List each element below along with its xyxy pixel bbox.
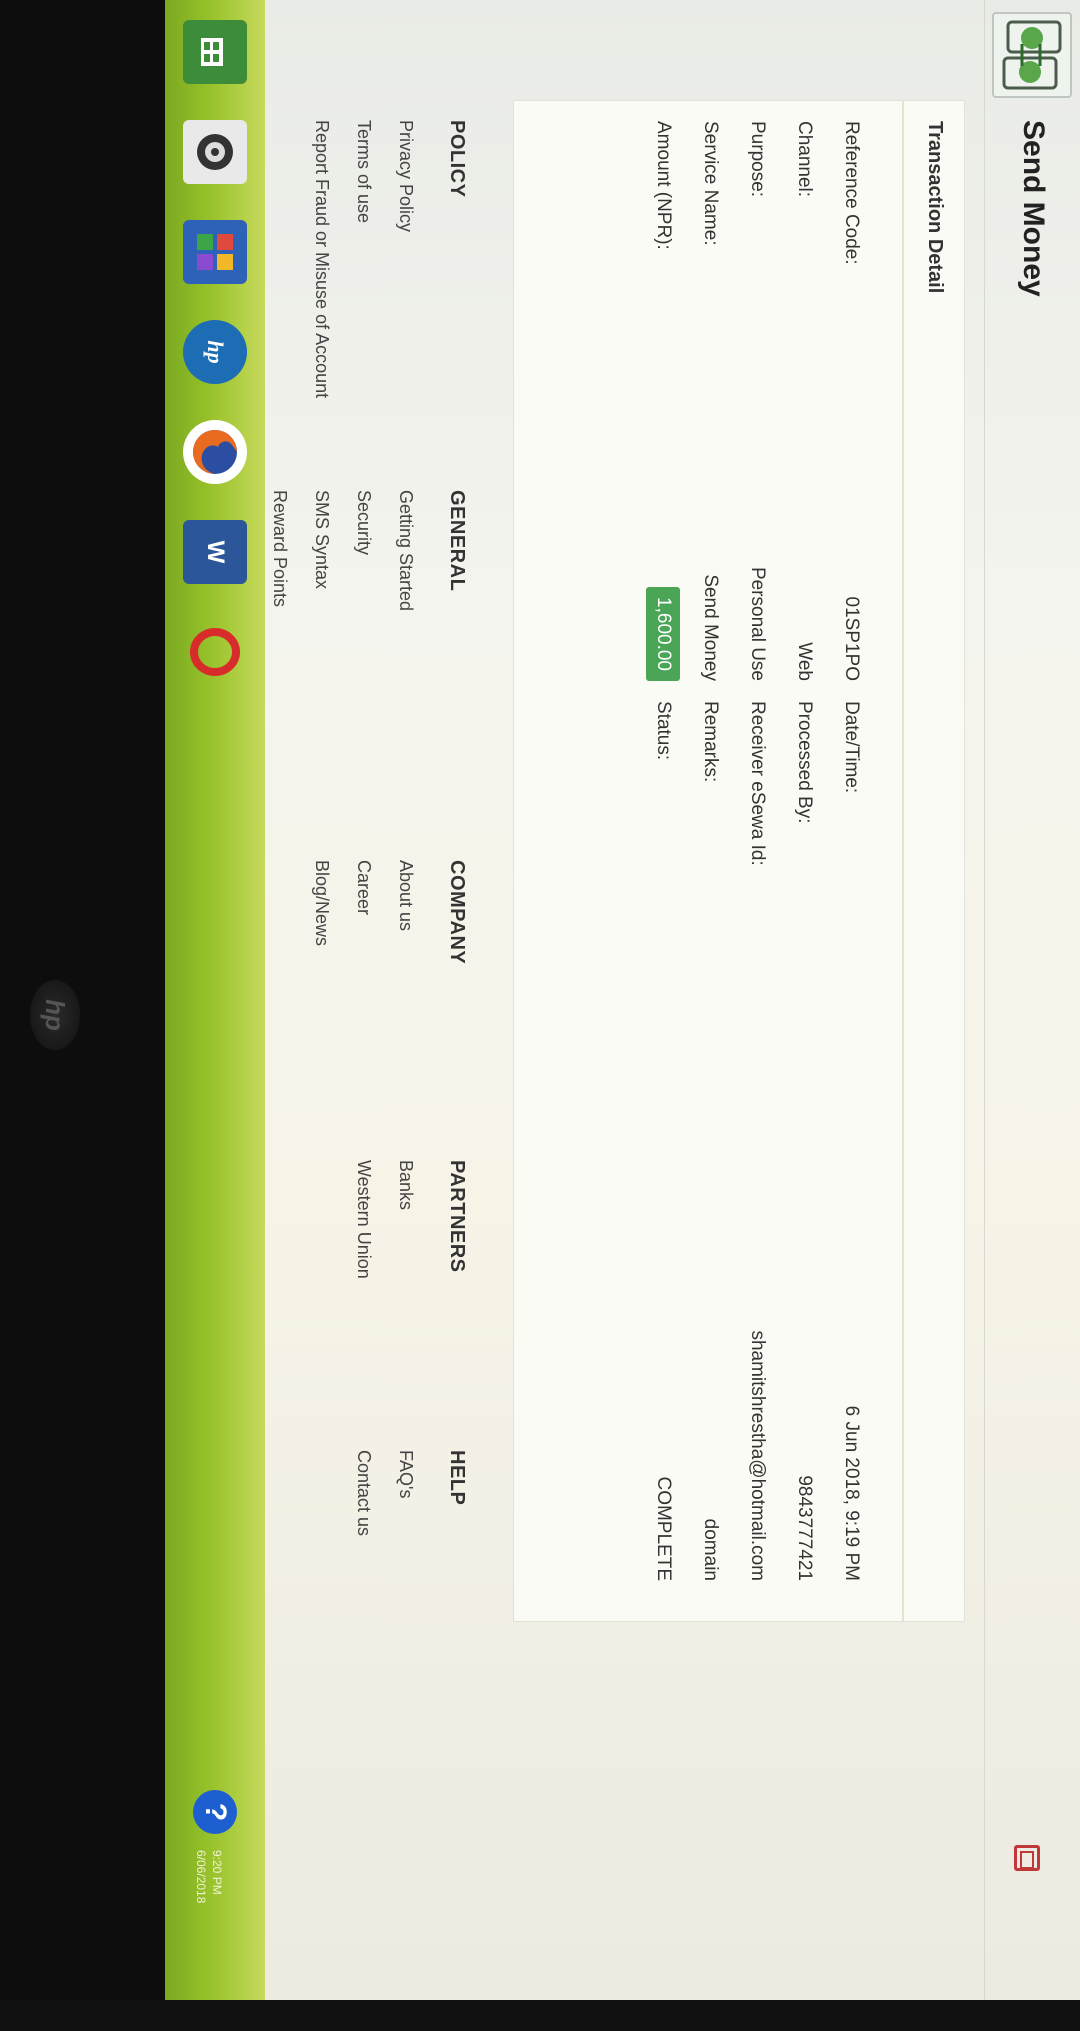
- detail-row-reference: Reference Code: 01SP1PO: [833, 121, 869, 681]
- remarks-label: Remarks:: [700, 701, 721, 783]
- taskbar-strip: hp W ? 9:20 PM 6/06/2018: [165, 0, 265, 2000]
- footer-link-banks[interactable]: Banks: [385, 1160, 427, 1279]
- footer-heading-company: COMPANY: [446, 860, 468, 965]
- footer-link-terms-of-use[interactable]: Terms of use: [343, 120, 385, 398]
- transaction-detail-title: Transaction Detail: [924, 121, 946, 294]
- footer-link-career[interactable]: Career: [343, 860, 385, 964]
- detail-row-amount: Amount (NPR): 1,600.00: [645, 121, 681, 681]
- hp-icon[interactable]: hp: [183, 320, 247, 384]
- footer-column-help: HELP FAQ's Contact us: [343, 1450, 480, 1536]
- detail-row-service: Service Name: Send Money: [692, 121, 728, 681]
- system-clock[interactable]: 9:20 PM 6/06/2018: [193, 1850, 225, 1903]
- hp-logo-icon: hp: [30, 980, 80, 1050]
- detail-row-status: Status: COMPLETE: [645, 701, 681, 1581]
- footer-heading-policy: POLICY: [446, 120, 468, 198]
- footer-link-sms-syntax[interactable]: SMS Syntax: [301, 490, 343, 611]
- processed-by-value: 9843777421: [794, 1475, 815, 1581]
- media-player-icon[interactable]: [183, 120, 247, 184]
- footer-link-privacy-policy[interactable]: Privacy Policy: [385, 120, 427, 398]
- purpose-label: Purpose:: [747, 121, 768, 198]
- clock-date: 6/06/2018: [194, 1850, 208, 1904]
- print-icon[interactable]: [1014, 1845, 1040, 1871]
- detail-row-channel: Channel: Web: [786, 121, 822, 681]
- footer-link-getting-started[interactable]: Getting Started: [385, 490, 427, 611]
- service-name-label: Service Name:: [700, 121, 721, 246]
- footer-heading-general: GENERAL: [446, 490, 468, 592]
- amount-label: Amount (NPR):: [653, 121, 674, 250]
- detail-row-datetime: Date/Time: 6 Jun 2018, 9:19 PM: [833, 701, 869, 1581]
- footer-link-security[interactable]: Security: [343, 490, 385, 611]
- laptop-bezel: [0, 0, 165, 2000]
- detail-row-purpose: Purpose: Personal Use: [739, 121, 775, 681]
- store-icon[interactable]: [183, 20, 247, 84]
- footer-link-about-us[interactable]: About us: [385, 860, 427, 964]
- processed-by-label: Processed By:: [794, 701, 815, 824]
- page-header: Send Money: [984, 0, 1080, 2000]
- opera-icon[interactable]: [183, 620, 247, 684]
- receiver-value: shamitshrestha@hotmail.com: [747, 1330, 768, 1581]
- footer-column-company: COMPANY About us Career Blog/News: [301, 860, 480, 964]
- firefox-icon[interactable]: [183, 420, 247, 484]
- footer-heading-partners: PARTNERS: [446, 1160, 468, 1273]
- reference-code-label: Reference Code:: [841, 121, 862, 265]
- transaction-card: Transaction Detail Reference Code: 01SP1…: [513, 100, 965, 1622]
- detail-row-receiver: Receiver eSewa Id: shamitshrestha@hotmai…: [739, 701, 775, 1581]
- footer-heading-help: HELP: [446, 1450, 468, 1506]
- status-value: COMPLETE: [653, 1476, 674, 1581]
- status-label: Status:: [653, 701, 674, 761]
- receiver-label: Receiver eSewa Id:: [747, 701, 768, 866]
- remarks-value: domain: [700, 1518, 721, 1581]
- footer-column-general: GENERAL Getting Started Security SMS Syn…: [259, 490, 480, 611]
- channel-label: Channel:: [794, 121, 815, 198]
- channel-value: Web: [794, 642, 815, 681]
- app-window: Send Money Transaction Detail Reference …: [0, 0, 1080, 2000]
- photos-icon[interactable]: [183, 220, 247, 284]
- footer-link-contact-us[interactable]: Contact us: [343, 1450, 385, 1536]
- clock-time: 9:20 PM: [210, 1850, 224, 1895]
- footer-link-blog-news[interactable]: Blog/News: [301, 860, 343, 964]
- footer-link-faqs[interactable]: FAQ's: [385, 1450, 427, 1536]
- amount-badge: 1,600.00: [645, 587, 681, 681]
- detail-row-processed-by: Processed By: 9843777421: [786, 701, 822, 1581]
- reference-code-value: 01SP1PO: [841, 596, 862, 682]
- footer-column-partners: PARTNERS Banks Western Union: [343, 1160, 480, 1279]
- word-icon[interactable]: W: [183, 520, 247, 584]
- help-icon[interactable]: ?: [193, 1790, 237, 1834]
- amount-value: 1,600.00: [646, 587, 680, 681]
- purpose-value: Personal Use: [747, 566, 768, 681]
- page-title: Send Money: [1017, 120, 1050, 297]
- footer-link-reward-points[interactable]: Reward Points: [259, 490, 301, 611]
- esewa-logo-icon[interactable]: [992, 12, 1072, 98]
- screen-bezel: [0, 2000, 1080, 2031]
- footer-link-western-union[interactable]: Western Union: [343, 1160, 385, 1279]
- footer-column-policy: POLICY Privacy Policy Terms of use Repor…: [301, 120, 480, 398]
- footer-link-report-fraud[interactable]: Report Fraud or Misuse of Account: [301, 120, 343, 398]
- transaction-detail-header: Transaction Detail: [902, 101, 964, 1621]
- service-name-value: Send Money: [700, 574, 721, 681]
- datetime-label: Date/Time:: [841, 701, 862, 794]
- datetime-value: 6 Jun 2018, 9:19 PM: [841, 1405, 862, 1581]
- detail-row-remarks: Remarks: domain: [692, 701, 728, 1581]
